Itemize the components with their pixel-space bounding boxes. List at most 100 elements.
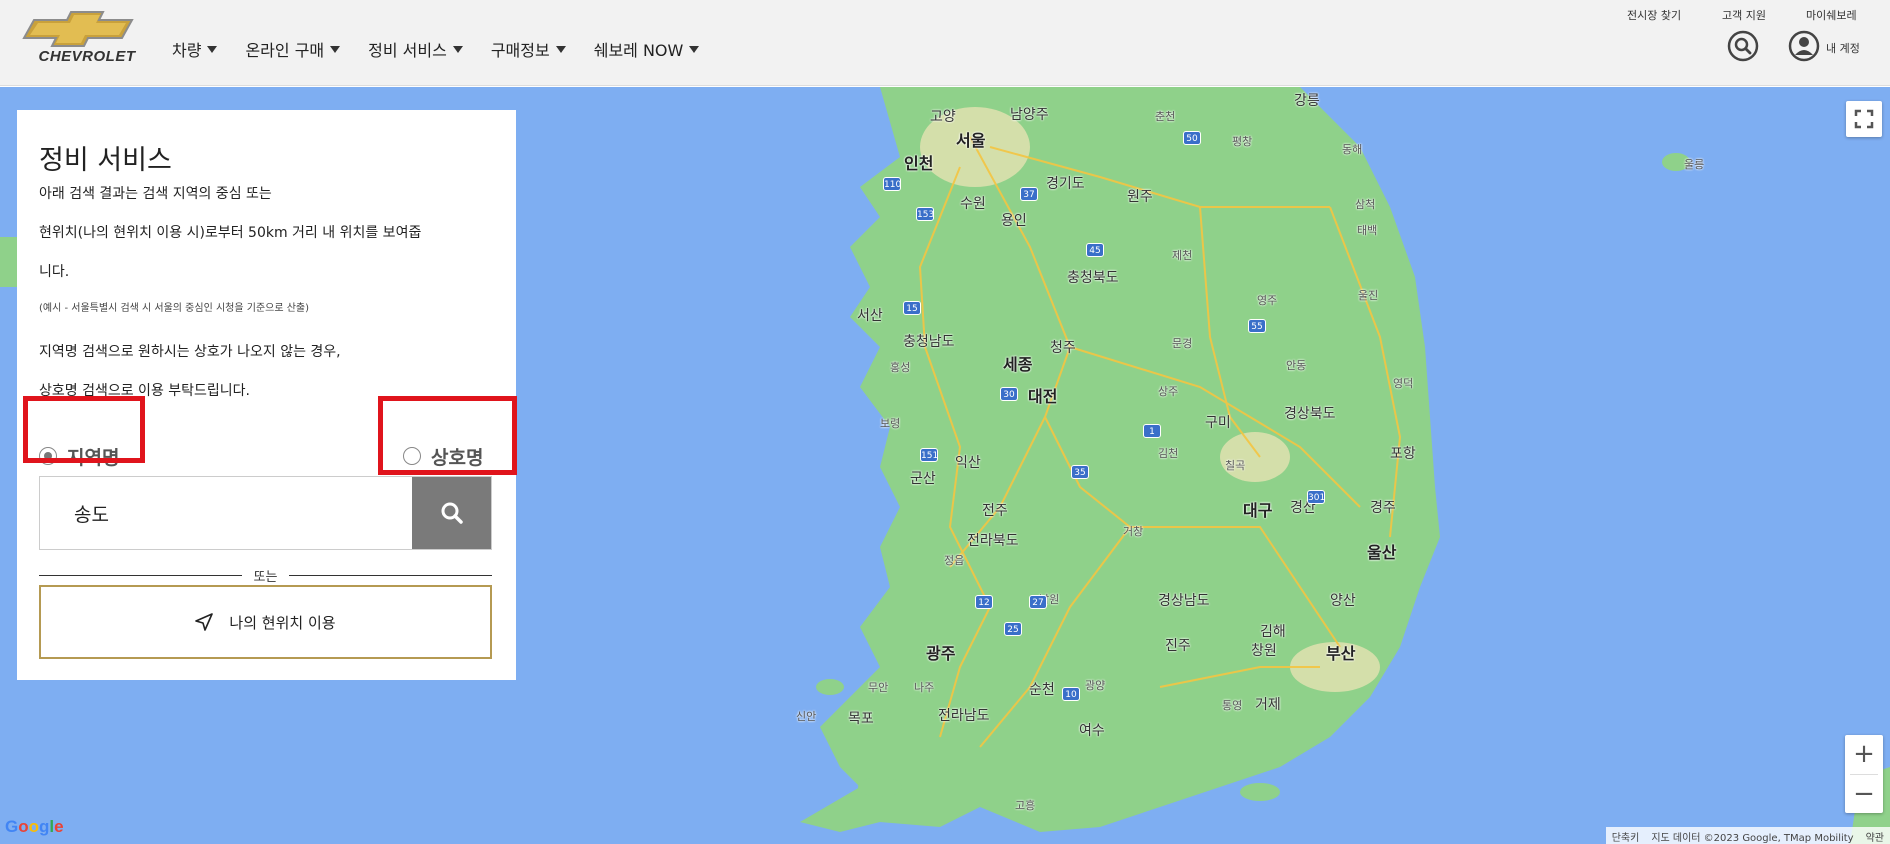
map-label: 제천: [1172, 249, 1193, 262]
map-label: 전주: [982, 503, 1008, 519]
road-shield: 55: [1248, 319, 1266, 333]
map-label: 진주: [1165, 638, 1191, 654]
description-line: 니다.: [39, 264, 70, 280]
map-label: 영덕: [1393, 377, 1414, 390]
map-label: 평창: [1232, 135, 1253, 148]
road-shield: 153: [916, 207, 934, 221]
map-label: 나주: [914, 681, 935, 694]
nav-label: 온라인 구매: [245, 41, 325, 60]
nav-item-purchase-info[interactable]: 구매정보: [491, 37, 566, 61]
main-nav: 차량 온라인 구매 정비 서비스 구매정보 쉐보레 NOW: [172, 37, 727, 61]
caret-down-icon: [689, 45, 700, 53]
search-button[interactable]: [412, 477, 491, 549]
map-label: 동해: [1342, 143, 1363, 156]
nav-item-online-purchase[interactable]: 온라인 구매: [245, 37, 341, 61]
search-input[interactable]: [40, 477, 412, 549]
road-shield: 30: [1000, 387, 1018, 401]
caret-down-icon: [330, 45, 341, 53]
map-label: 충청북도: [1067, 270, 1119, 286]
search-icon[interactable]: [1727, 30, 1759, 62]
road-shield: 151: [920, 448, 938, 462]
map-label: 서산: [857, 308, 883, 324]
panel-title: 정비 서비스: [39, 145, 172, 176]
map-label: 포항: [1390, 446, 1416, 462]
road-shield: 12: [975, 595, 993, 609]
navigation-arrow-icon: [195, 613, 214, 631]
description-line: 아래 검색 결과는 검색 지역의 중심 또는: [39, 186, 272, 202]
map-label: 정읍: [944, 554, 965, 567]
map-label: 충청남도: [903, 334, 955, 350]
fullscreen-icon[interactable]: [1846, 101, 1882, 137]
map-label: 용인: [1001, 213, 1027, 229]
map-label: 전라북도: [967, 533, 1019, 549]
map-label: 전라남도: [938, 708, 990, 724]
map-label: 창원: [1251, 643, 1277, 659]
map-label: 영주: [1257, 294, 1278, 307]
keyboard-shortcuts-link[interactable]: 단축키: [1612, 829, 1640, 844]
nav-label: 정비 서비스: [368, 41, 447, 60]
search-box: [39, 476, 492, 550]
nav-item-service[interactable]: 정비 서비스: [368, 37, 463, 61]
divider-line: [39, 574, 242, 576]
zoom-in-button[interactable]: +: [1845, 735, 1883, 774]
map-data-credit: 지도 데이터 ©2023 Google, TMap Mobility: [1651, 833, 1854, 844]
map-label: 원주: [1127, 189, 1153, 205]
account-link[interactable]: 내 계정: [1826, 40, 1860, 56]
map-attribution: 단축키 지도 데이터 ©2023 Google, TMap Mobility 약…: [1605, 827, 1890, 844]
map-label: 부산: [1326, 644, 1356, 663]
map-label: 강릉: [1294, 93, 1320, 109]
map-label: 김해: [1260, 624, 1286, 640]
caret-down-icon: [207, 45, 218, 53]
showroom-link[interactable]: 전시장 찾기: [1627, 7, 1681, 23]
map-label: 남양주: [1010, 107, 1049, 123]
map-label: 신안: [796, 710, 817, 723]
map-label: 삼척: [1355, 198, 1376, 211]
my-chevrolet-link[interactable]: 마이쉐보레: [1806, 7, 1857, 23]
road-shield: 15: [903, 301, 921, 315]
road-shield: 10: [1062, 687, 1080, 701]
map-label: 광양: [1085, 679, 1106, 692]
map-label: 보령: [880, 417, 901, 430]
nav-label: 쉐보레 NOW: [593, 41, 684, 60]
road-shield: 301: [1307, 490, 1325, 504]
nav-item-chevrolet-now[interactable]: 쉐보레 NOW: [594, 37, 700, 61]
search-icon: [441, 502, 463, 524]
highlight-box: [378, 396, 517, 475]
brand-name: CHEVROLET: [38, 48, 136, 65]
divider-line: [289, 574, 493, 576]
nav-label: 차량: [172, 41, 202, 60]
map-label: 거창: [1123, 525, 1144, 538]
terms-link[interactable]: 약관: [1866, 829, 1884, 844]
service-search-panel: 정비 서비스 아래 검색 결과는 검색 지역의 중심 또는 현위치(나의 현위치…: [17, 110, 517, 680]
nav-label: 구매정보: [490, 41, 550, 60]
nav-item-vehicles[interactable]: 차량: [172, 37, 218, 61]
chevrolet-logo[interactable]: CHEVROLET: [22, 10, 152, 68]
map-label: 순천: [1029, 682, 1055, 698]
map-label: 목포: [848, 711, 874, 727]
road-shield: 25: [1004, 622, 1022, 636]
map-label: 세종: [1003, 355, 1033, 374]
map-label: 울산: [1367, 543, 1397, 562]
road-shield: 37: [1020, 187, 1038, 201]
map-label: 경상북도: [1284, 406, 1336, 422]
user-circle-icon[interactable]: [1788, 30, 1820, 62]
support-link[interactable]: 고객 지원: [1722, 7, 1766, 23]
site-header: CHEVROLET 차량 온라인 구매 정비 서비스 구매정보 쉐보레 NOW …: [0, 0, 1890, 86]
location-button-label: 나의 현위치 이용: [229, 613, 336, 632]
road-shield: 35: [1071, 465, 1089, 479]
or-divider: 또는: [39, 565, 493, 585]
google-logo: Google: [5, 817, 64, 836]
map-label: 구미: [1205, 415, 1231, 431]
map-label: 청주: [1050, 340, 1076, 356]
map-label: 서울: [956, 131, 986, 150]
use-my-location-button[interactable]: 나의 현위치 이용: [39, 585, 492, 659]
map-label: 울릉: [1684, 158, 1705, 171]
zoom-out-button[interactable]: −: [1845, 775, 1883, 814]
notice-line: 지역명 검색으로 원하시는 상호가 나오지 않는 경우,: [39, 344, 341, 360]
map-label: 홍성: [890, 361, 911, 374]
road-shield: 27: [1029, 595, 1047, 609]
map-label: 경주: [1370, 500, 1396, 516]
map-label: 무안: [868, 681, 889, 694]
description-line: 현위치(나의 현위치 이용 시)로부터 50km 거리 내 위치를 보여줍: [39, 225, 422, 241]
highlight-box: [23, 396, 145, 463]
